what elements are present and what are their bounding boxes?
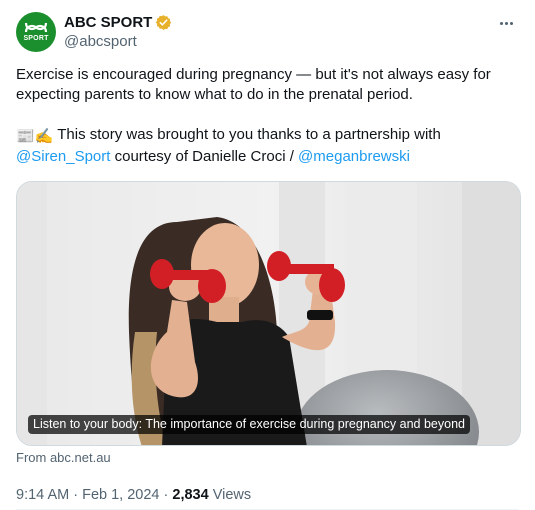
mention-meganbrewski[interactable]: @meganbrewski — [298, 148, 410, 165]
views-label: Views — [208, 487, 252, 503]
tweet-meta: 9:14 AM · Feb 1, 2024 · 2,834 Views — [16, 487, 519, 503]
tweet[interactable]: SPORT ABC SPORT @abcsport Exercise is en… — [0, 0, 535, 510]
tweet-paragraph-1: Exercise is encouraged during pregnancy … — [16, 66, 491, 103]
tweet-text-part: courtesy of Danielle Croci / — [110, 148, 299, 165]
newspaper-writing-hand-emoji-icon: 📰✍️ — [16, 128, 54, 145]
views-count: 2,834 — [172, 487, 209, 503]
card-caption[interactable]: Listen to your body: The importance of e… — [28, 415, 470, 434]
tweet-header: SPORT ABC SPORT @abcsport — [16, 12, 519, 52]
mention-siren-sport[interactable]: @Siren_Sport — [16, 148, 110, 165]
tweet-time[interactable]: 9:14 AM — [16, 487, 69, 503]
avatar-label: SPORT — [23, 34, 49, 42]
link-card-image[interactable]: Listen to your body: The importance of e… — [16, 181, 521, 446]
display-name[interactable]: ABC SPORT — [64, 14, 152, 31]
photo-woman-lifting-dumbbells — [17, 182, 520, 445]
card-source[interactable]: From abc.net.au — [16, 450, 519, 465]
more-options-icon[interactable] — [495, 14, 517, 32]
tweet-text: Exercise is encouraged during pregnancy … — [16, 65, 519, 167]
meta-separator: · — [159, 487, 173, 503]
tweet-date[interactable]: Feb 1, 2024 — [82, 487, 159, 503]
avatar[interactable]: SPORT — [16, 12, 56, 52]
handle[interactable]: @abcsport — [64, 33, 172, 50]
verified-badge-icon[interactable] — [155, 14, 172, 31]
tweet-paragraph-2: 📰✍️ This story was brought to you thanks… — [16, 125, 519, 167]
tweet-text-part: This story was brought to you thanks to … — [53, 126, 441, 143]
meta-separator: · — [69, 487, 83, 503]
author-info: ABC SPORT @abcsport — [64, 13, 172, 50]
abc-sport-logo-icon — [24, 22, 48, 32]
